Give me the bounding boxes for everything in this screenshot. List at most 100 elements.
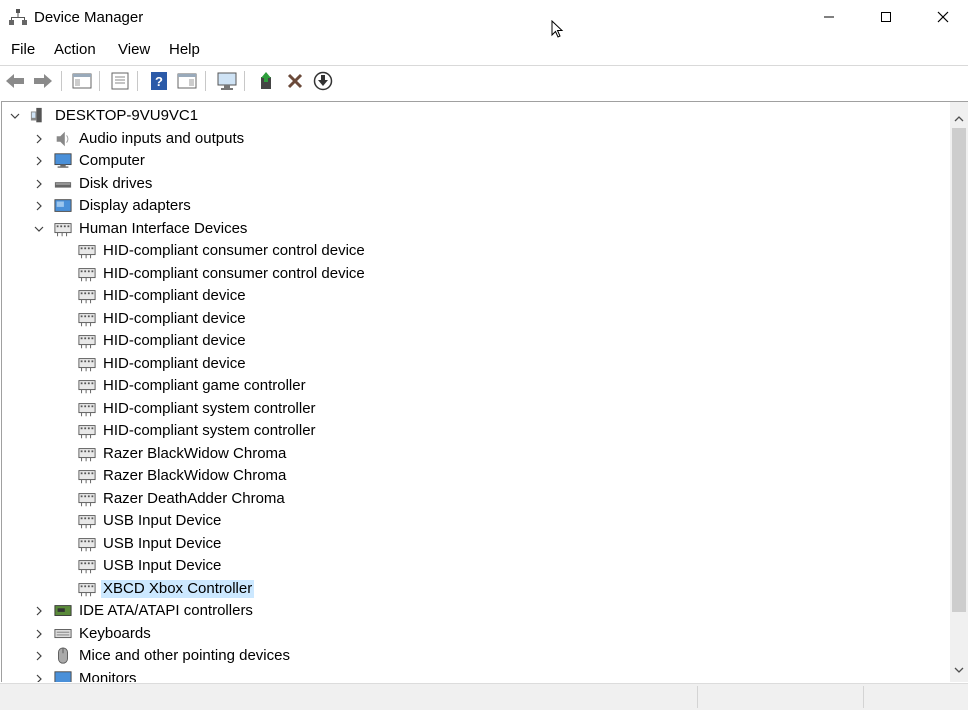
tree-category-node[interactable]: Computer xyxy=(2,150,951,172)
tree-category-label: Computer xyxy=(79,152,145,169)
properties-button[interactable] xyxy=(109,70,131,92)
tree-device-node[interactable]: HID-compliant device xyxy=(2,353,951,375)
forward-button[interactable] xyxy=(32,70,54,92)
action-pane-button[interactable] xyxy=(176,70,198,92)
vertical-scrollbar[interactable] xyxy=(950,101,968,682)
menu-help[interactable]: Help xyxy=(169,41,200,58)
close-icon xyxy=(937,11,949,23)
hid-icon xyxy=(78,357,96,371)
scan-hardware-button[interactable] xyxy=(216,70,238,92)
tree-device-node[interactable]: Razer BlackWidow Chroma xyxy=(2,465,951,487)
toolbar-separator xyxy=(61,71,62,91)
tree-category-label: Monitors xyxy=(79,669,137,683)
hid-icon xyxy=(54,222,72,236)
show-hide-console-tree-button[interactable] xyxy=(71,70,93,92)
expand-chevron-icon[interactable] xyxy=(34,606,44,616)
hid-icon xyxy=(78,560,96,574)
hid-icon xyxy=(78,335,96,349)
device-tree[interactable]: DESKTOP-9VU9VC1 Audio inputs and outputs C… xyxy=(1,101,951,682)
expand-chevron-icon[interactable] xyxy=(34,179,44,189)
close-button[interactable] xyxy=(920,0,966,34)
tree-category-label: Audio inputs and outputs xyxy=(79,129,245,147)
tree-device-label: HID-compliant device xyxy=(103,309,246,327)
tree-category-node[interactable]: Disk drives xyxy=(2,173,951,195)
status-bar xyxy=(0,683,968,710)
tree-device-node[interactable]: HID-compliant system controller xyxy=(2,420,951,442)
tree-device-node[interactable]: Razer BlackWidow Chroma xyxy=(2,443,951,465)
help-icon: ? xyxy=(151,72,167,90)
hid-icon xyxy=(78,290,96,304)
disable-device-button[interactable] xyxy=(312,70,334,92)
expand-chevron-icon[interactable] xyxy=(34,134,44,144)
maximize-button[interactable] xyxy=(863,0,909,34)
minimize-button[interactable] xyxy=(806,0,852,34)
tree-category-label: IDE ATA/ATAPI controllers xyxy=(79,602,253,619)
tree-device-label: HID-compliant device xyxy=(103,332,246,349)
scroll-up-icon[interactable] xyxy=(954,114,964,124)
tree-device-node[interactable]: XBCD Xbox Controller xyxy=(2,578,951,600)
collapse-chevron-icon[interactable] xyxy=(34,224,44,234)
menu-action[interactable]: Action xyxy=(54,41,96,58)
update-driver-button[interactable] xyxy=(256,70,278,92)
tree-category-label: Mice and other pointing devices xyxy=(79,647,290,664)
hid-icon xyxy=(78,402,96,416)
tree-device-node[interactable]: HID-compliant device xyxy=(2,330,951,352)
hid-icon xyxy=(78,515,96,529)
toolbar-separator xyxy=(99,71,100,91)
expand-chevron-icon[interactable] xyxy=(34,629,44,639)
tree-device-node[interactable]: HID-compliant consumer control device xyxy=(2,240,951,262)
maximize-icon xyxy=(881,12,891,22)
expand-chevron-icon[interactable] xyxy=(34,201,44,211)
monitor-icon xyxy=(54,670,72,682)
tree-category-node[interactable]: IDE ATA/ATAPI controllers xyxy=(2,600,951,622)
tree-device-node[interactable]: USB Input Device xyxy=(2,533,951,555)
tree-category-node[interactable]: Keyboards xyxy=(2,623,951,645)
expand-chevron-icon[interactable] xyxy=(34,674,44,683)
expand-chevron-icon[interactable] xyxy=(34,651,44,661)
tree-device-label: Razer BlackWidow Chroma xyxy=(103,444,287,462)
tree-device-label: HID-compliant system controller xyxy=(103,399,316,417)
ide-controller-icon xyxy=(54,605,72,616)
scrollbar-thumb[interactable] xyxy=(952,128,966,612)
svg-text:?: ? xyxy=(155,74,163,89)
action-pane-icon xyxy=(177,73,197,89)
tree-category-node[interactable]: Human Interface Devices xyxy=(2,218,951,240)
tree-device-label: Razer DeathAdder Chroma xyxy=(103,489,285,507)
menu-view[interactable]: View xyxy=(118,41,150,58)
computer-icon xyxy=(54,153,72,168)
uninstall-device-button[interactable] xyxy=(284,70,306,92)
tree-root-node[interactable]: DESKTOP-9VU9VC1 xyxy=(2,105,951,127)
speaker-icon xyxy=(56,131,69,146)
tree-device-label: HID-compliant system controller xyxy=(103,422,316,439)
toolbar-separator xyxy=(137,71,138,91)
back-icon xyxy=(6,74,24,88)
tree-device-node[interactable]: USB Input Device xyxy=(2,555,951,577)
expand-chevron-icon[interactable] xyxy=(34,156,44,166)
collapse-chevron-icon[interactable] xyxy=(10,111,20,121)
display-adapter-icon xyxy=(54,199,72,212)
tree-category-node[interactable]: Display adapters xyxy=(2,195,951,217)
tree-category-label: Human Interface Devices xyxy=(79,219,248,237)
tree-device-label: USB Input Device xyxy=(103,512,222,529)
mouse-icon xyxy=(58,647,68,664)
tree-category-node[interactable]: Monitors xyxy=(2,668,951,683)
tree-device-node[interactable]: HID-compliant game controller xyxy=(2,375,951,397)
menu-file[interactable]: File xyxy=(11,41,35,58)
tree-device-node[interactable]: USB Input Device xyxy=(2,510,951,532)
hid-icon xyxy=(78,447,96,461)
tree-device-label: HID-compliant device xyxy=(103,287,246,304)
tree-device-node[interactable]: HID-compliant system controller xyxy=(2,398,951,420)
help-button[interactable]: ? xyxy=(148,70,170,92)
scroll-down-icon[interactable] xyxy=(954,665,964,675)
show-hide-console-tree-icon xyxy=(72,73,92,89)
tree-device-node[interactable]: Razer DeathAdder Chroma xyxy=(2,488,951,510)
back-button[interactable] xyxy=(4,70,26,92)
properties-icon xyxy=(111,72,129,90)
tree-category-node[interactable]: Mice and other pointing devices xyxy=(2,645,951,667)
hid-icon xyxy=(78,380,96,394)
tree-device-label: HID-compliant consumer control device xyxy=(103,242,365,259)
tree-device-node[interactable]: HID-compliant consumer control device xyxy=(2,263,951,285)
tree-category-node[interactable]: Audio inputs and outputs xyxy=(2,128,951,150)
tree-device-node[interactable]: HID-compliant device xyxy=(2,308,951,330)
tree-device-node[interactable]: HID-compliant device xyxy=(2,285,951,307)
